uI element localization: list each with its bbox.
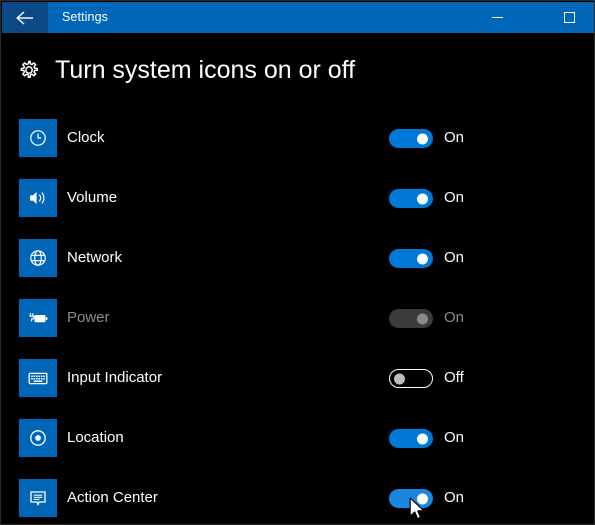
back-button[interactable] [2,2,48,33]
toggle-switch[interactable] [389,189,433,208]
toggle-state-label: On [444,429,465,446]
clock-icon [28,128,48,148]
input-indicator-tile [19,359,57,397]
network-globe-icon [28,248,48,268]
list-item: Power On [1,299,594,337]
row-label: Network [67,249,123,266]
row-label: Clock [67,129,105,146]
keyboard-icon [27,369,49,387]
page-title: Turn system icons on or off [55,56,356,84]
toggle-knob [394,373,405,384]
window-title: Settings [62,10,108,24]
list-item[interactable]: Clock On [1,119,594,157]
network-tile [19,239,57,277]
toggle-switch [389,309,433,328]
page-header: Turn system icons on or off [17,55,355,85]
settings-window: Settings Turn system icons on or off Clo… [0,0,595,525]
location-tile [19,419,57,457]
location-target-icon [28,428,48,448]
minimize-icon [492,17,503,18]
toggle-switch[interactable] [389,489,433,508]
toggle-knob [417,493,428,504]
toggle-knob [417,253,428,264]
clock-tile [19,119,57,157]
row-label: Action Center [67,489,158,506]
action-center-tile [19,479,57,517]
row-label: Power [67,309,110,326]
row-label: Location [67,429,124,446]
list-item[interactable]: Location On [1,419,594,457]
volume-icon [27,188,49,208]
toggle-knob [417,313,428,324]
list-item[interactable]: Input Indicator Off [1,359,594,397]
action-center-icon [28,488,48,508]
gear-icon [17,58,41,82]
system-icons-list: Clock On Volume On Network On Power On I… [1,119,594,524]
toggle-switch[interactable] [389,249,433,268]
back-arrow-icon [15,10,35,26]
list-item[interactable]: Network On [1,239,594,277]
toggle-knob [417,193,428,204]
list-item[interactable]: Action Center On [1,479,594,517]
power-battery-icon [27,308,49,328]
toggle-switch[interactable] [389,429,433,448]
title-bar: Settings [2,2,594,33]
toggle-switch[interactable] [389,129,433,148]
toggle-switch[interactable] [389,369,433,388]
list-item[interactable]: Volume On [1,179,594,217]
power-tile [19,299,57,337]
toggle-state-label: On [444,249,465,266]
toggle-state-label: On [444,489,465,506]
maximize-icon [564,12,575,23]
row-label: Input Indicator [67,369,163,386]
row-label: Volume [67,189,118,206]
toggle-state-label: Off [444,369,464,386]
toggle-state-label: On [444,309,465,326]
toggle-knob [417,133,428,144]
toggle-knob [417,433,428,444]
toggle-state-label: On [444,129,465,146]
volume-tile [19,179,57,217]
toggle-state-label: On [444,189,465,206]
minimize-button[interactable] [475,2,520,33]
maximize-button[interactable] [547,2,592,33]
